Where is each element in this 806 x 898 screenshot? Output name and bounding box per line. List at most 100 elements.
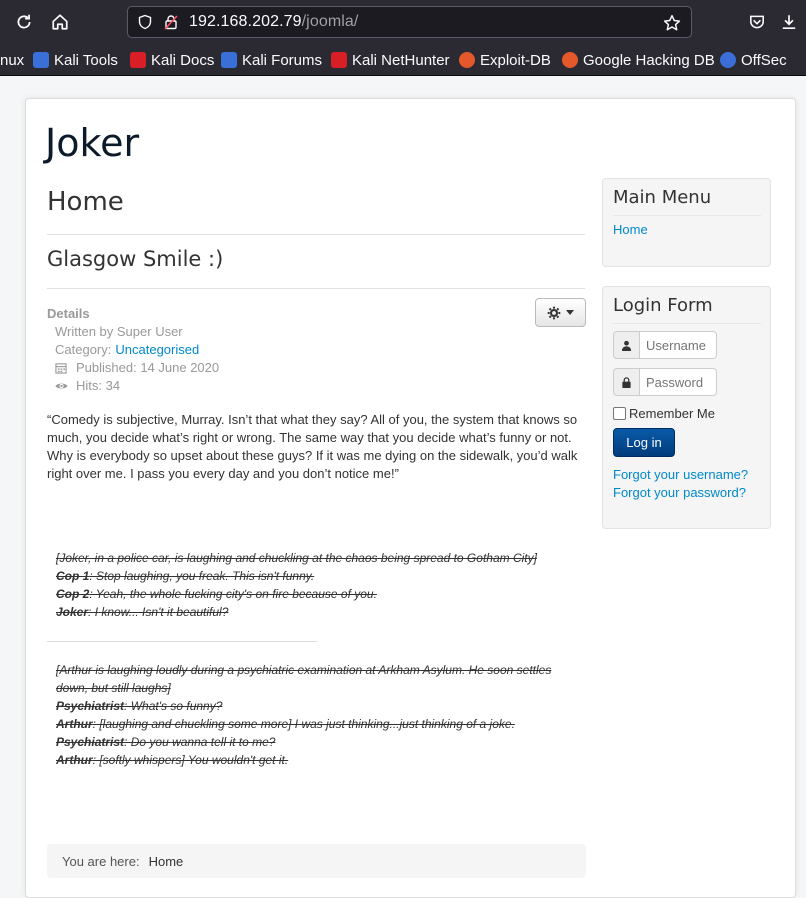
- page-heading: Home: [47, 187, 124, 217]
- kali-tools-icon: [33, 52, 49, 68]
- remember-me: Remember Me: [613, 406, 715, 421]
- category-info: Category: Uncategorised: [47, 341, 219, 359]
- category-link[interactable]: Uncategorised: [115, 341, 199, 359]
- divider: [47, 641, 317, 642]
- login-form-module: Login Form Remember Me Log in Forgot you…: [602, 286, 771, 529]
- line-text: : What's so funny?: [124, 699, 223, 713]
- line-text: : Do you wanna tell it to me?: [124, 735, 276, 749]
- user-icon: [613, 331, 640, 359]
- offsec-icon: [720, 52, 736, 68]
- dialog-line: Joker: I know... Isn't it beautiful?: [56, 603, 586, 621]
- speaker: Arthur: [56, 717, 93, 731]
- speaker: Joker: [56, 605, 89, 619]
- bookmark-label: Exploit-DB: [480, 51, 551, 69]
- pocket-icon[interactable]: [743, 8, 771, 36]
- bookmark-label: Kali Docs: [151, 51, 215, 69]
- main-menu-module: Main Menu Home: [602, 178, 771, 267]
- article-info: Details Written by Super User Category: U…: [47, 305, 219, 395]
- calendar-icon: [55, 362, 68, 375]
- username-group: [613, 331, 717, 359]
- article-quote: “Comedy is subjective, Murray. Isn’t tha…: [47, 412, 578, 481]
- breadcrumb-current: Home: [148, 853, 184, 869]
- bookmark-label: OffSec: [741, 51, 787, 69]
- hits-info: Hits: 34: [47, 377, 219, 395]
- bookmark-kali-linux[interactable]: nux: [0, 50, 24, 70]
- browser-toolbar: 192.168.202.79/joomla/: [0, 0, 806, 44]
- bookmark-exploit-db[interactable]: Exploit-DB: [459, 50, 551, 70]
- details-label: Details: [47, 306, 90, 321]
- kali-docs-icon: [130, 52, 146, 68]
- breadcrumb: You are here: Home: [47, 844, 586, 878]
- published-info: Published: 14 June 2020: [47, 359, 219, 377]
- username-input[interactable]: [640, 331, 717, 359]
- divider: [613, 215, 761, 216]
- article-title: Glasgow Smile :): [47, 247, 224, 271]
- bookmark-label: Kali Forums: [242, 51, 323, 69]
- kali-forums-icon: [221, 52, 237, 68]
- line-text: : [softly whispers] You wouldn't get it.: [92, 753, 289, 767]
- line-text: : Yeah, the whole fucking city's on fire…: [89, 587, 377, 601]
- reload-icon[interactable]: [10, 8, 38, 36]
- bookmark-google-hacking-db[interactable]: Google Hacking DB: [562, 50, 715, 70]
- bookmark-label: Google Hacking DB: [583, 51, 715, 69]
- caret-down-icon: [566, 310, 574, 315]
- divider: [47, 288, 585, 289]
- bookmark-star-icon[interactable]: [663, 14, 681, 32]
- author-text: Written by Super User: [55, 324, 183, 339]
- forgot-password-link[interactable]: Forgot your password?: [613, 485, 746, 500]
- url-text[interactable]: 192.168.202.79/joomla/: [189, 13, 358, 31]
- url-host: 192.168.202.79: [189, 13, 302, 30]
- published-text: Published: 14 June 2020: [76, 360, 220, 375]
- line-text: : [laughing and chuckling some more] I w…: [92, 717, 515, 731]
- login-button[interactable]: Log in: [613, 428, 675, 457]
- dialog-line: Psychiatrist: What's so funny?: [56, 697, 566, 715]
- bookmark-label: Kali Tools: [54, 51, 118, 69]
- breadcrumb-prefix: You are here:: [62, 853, 140, 869]
- bookmark-kali-nethunter[interactable]: Kali NetHunter: [331, 50, 450, 70]
- exploit-db-icon: [459, 52, 475, 68]
- dialog-scene: [Joker, in a police car, is laughing and…: [56, 551, 537, 565]
- downloads-icon[interactable]: [775, 8, 803, 36]
- dialog-line: Arthur: [softly whispers] You wouldn't g…: [56, 751, 566, 769]
- bookmark-kali-forums[interactable]: Kali Forums: [221, 50, 322, 70]
- author-info: Written by Super User: [47, 323, 219, 341]
- login-form-title: Login Form: [613, 295, 713, 316]
- dialog-line: Cop 2: Yeah, the whole fucking city's on…: [56, 585, 586, 603]
- bookmark-label: Kali NetHunter: [352, 51, 450, 69]
- bookmark-kali-tools[interactable]: Kali Tools: [33, 50, 118, 70]
- dialog-line: Psychiatrist: Do you wanna tell it to me…: [56, 733, 566, 751]
- dialog-line: Cop 1: Stop laughing, you freak. This is…: [56, 567, 586, 585]
- article-tools-button[interactable]: [535, 298, 586, 327]
- line-text: : I know... Isn't it beautiful?: [88, 605, 229, 619]
- gear-icon: [547, 306, 561, 319]
- lock-icon: [613, 368, 640, 396]
- line-text: : Stop laughing, you freak. This isn't f…: [89, 569, 315, 583]
- password-input[interactable]: [640, 368, 717, 396]
- bookmark-label: nux: [0, 51, 25, 69]
- password-group: [613, 368, 717, 396]
- bookmark-kali-docs[interactable]: Kali Docs: [130, 50, 214, 70]
- speaker: Cop 1: [56, 569, 90, 583]
- menu-item-home[interactable]: Home: [613, 222, 648, 237]
- page-viewport: Joker Home Glasgow Smile :) Details Writ…: [0, 77, 806, 898]
- speaker: Psychiatrist: [56, 735, 125, 749]
- main-menu-title: Main Menu: [613, 187, 712, 208]
- dialog-scene: [Arthur is laughing loudly during a psyc…: [56, 663, 552, 695]
- bookmarks-bar: nux Kali Tools Kali Docs Kali Forums Kal…: [0, 44, 806, 76]
- address-bar[interactable]: 192.168.202.79/joomla/: [127, 6, 692, 38]
- dialog-block-1: [Joker, in a police car, is laughing and…: [56, 549, 586, 621]
- insecure-lock-icon[interactable]: [163, 14, 179, 30]
- remember-me-checkbox[interactable]: [613, 407, 626, 420]
- divider: [613, 323, 761, 324]
- bookmark-offsec[interactable]: OffSec: [720, 50, 787, 70]
- shield-icon[interactable]: [137, 14, 153, 30]
- speaker: Arthur: [56, 753, 93, 767]
- home-icon[interactable]: [46, 8, 74, 36]
- site-brand[interactable]: Joker: [45, 121, 139, 165]
- kali-nethunter-icon: [331, 52, 347, 68]
- remember-me-label[interactable]: Remember Me: [629, 406, 715, 421]
- url-path: /joomla/: [301, 13, 359, 30]
- eye-icon: [55, 380, 68, 393]
- dialog-line: Arthur: [laughing and chuckling some mor…: [56, 715, 566, 733]
- forgot-username-link[interactable]: Forgot your username?: [613, 467, 748, 482]
